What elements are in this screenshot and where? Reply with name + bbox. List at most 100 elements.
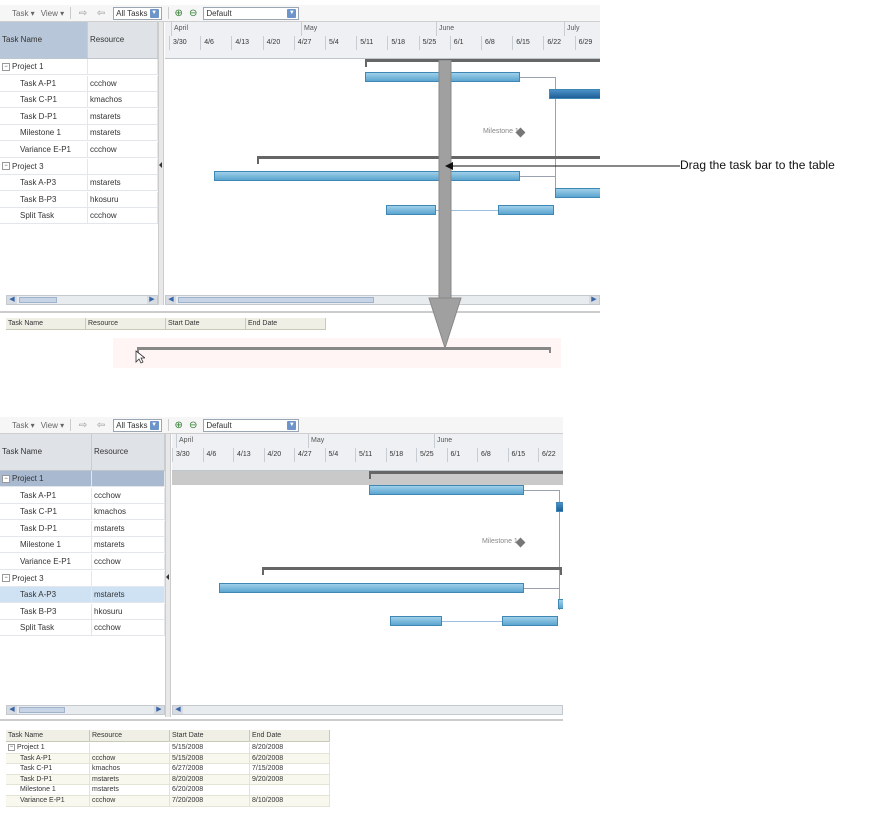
task-a-p1-bar[interactable] bbox=[369, 485, 524, 495]
task-name-column-header[interactable]: Task Name bbox=[0, 22, 88, 58]
filter-select[interactable]: All Tasks ▼ bbox=[113, 6, 162, 20]
start-date-column-header[interactable]: Start Date bbox=[170, 730, 250, 742]
scroll-left-icon[interactable]: ◀ bbox=[166, 296, 176, 304]
table-row[interactable]: − Project 1 bbox=[0, 59, 158, 75]
pane-splitter[interactable] bbox=[158, 22, 164, 305]
resource-cell: ccchow bbox=[88, 208, 158, 225]
zoom-out-icon[interactable]: ⊖ bbox=[189, 8, 197, 19]
resource-column-header[interactable]: Resource bbox=[88, 22, 158, 58]
view-menu[interactable]: View ▾ bbox=[41, 9, 64, 18]
table-row[interactable]: − Project 1 bbox=[0, 471, 165, 487]
table-row[interactable]: Task C-P1 kmachos bbox=[0, 92, 158, 109]
milestone-diamond-icon[interactable] bbox=[515, 127, 526, 138]
project-3-summary-bar[interactable] bbox=[262, 567, 562, 575]
collapse-arrow-icon[interactable] bbox=[166, 574, 169, 580]
table-row[interactable]: Task B-P3 hkosuru bbox=[0, 603, 165, 620]
table-row[interactable]: − Project 3 bbox=[0, 570, 165, 587]
table-row[interactable]: Variance E-P1 ccchow bbox=[0, 554, 165, 570]
indent-icon[interactable]: ⇨ bbox=[77, 8, 89, 19]
resource-column-header[interactable]: Resource bbox=[86, 318, 166, 330]
table-row[interactable]: Task A-P1 ccchow bbox=[0, 75, 158, 92]
resource-column-header[interactable]: Resource bbox=[90, 730, 170, 742]
chart-horizontal-scrollbar[interactable]: ◀ ▶ bbox=[165, 295, 600, 305]
collapse-icon[interactable]: − bbox=[2, 474, 10, 483]
outdent-icon[interactable]: ⇦ bbox=[95, 420, 107, 431]
table-row[interactable]: Task A-P1 ccchow 5/15/2008 6/20/2008 bbox=[6, 753, 330, 765]
zoom-in-icon[interactable]: ⊕ bbox=[175, 420, 183, 431]
collapse-icon[interactable]: − bbox=[2, 162, 10, 171]
table-row[interactable]: Task D-P1 mstarets bbox=[0, 520, 165, 537]
start-date-column-header[interactable]: Start Date bbox=[166, 318, 246, 330]
collapse-icon[interactable]: − bbox=[8, 743, 15, 751]
task-c-p1-bar[interactable] bbox=[556, 502, 563, 512]
task-a-p3-bar[interactable] bbox=[219, 583, 524, 593]
table-row[interactable]: Split Task ccchow bbox=[0, 620, 165, 637]
scale-select[interactable]: Default ▼ bbox=[203, 6, 300, 20]
table-row[interactable]: Task C-P1 kmachos 6/27/2008 7/15/2008 bbox=[6, 764, 330, 775]
table-row[interactable]: Variance E-P1 ccchow bbox=[0, 142, 158, 158]
table-row[interactable]: Task B-P3 hkosuru bbox=[0, 191, 158, 208]
table-row[interactable]: Task A-P1 ccchow bbox=[0, 487, 165, 504]
end-date-column-header[interactable]: End Date bbox=[246, 318, 326, 330]
scroll-right-icon[interactable]: ▶ bbox=[147, 296, 157, 304]
task-menu[interactable]: Task ▾ bbox=[12, 9, 35, 18]
resource-cell: ccchow bbox=[90, 753, 170, 764]
task-menu[interactable]: Task ▾ bbox=[12, 421, 35, 430]
scale-select[interactable]: Default ▼ bbox=[203, 418, 300, 432]
table-row[interactable]: Variance E-P1 ccchow 7/20/2008 8/10/2008 bbox=[6, 796, 330, 807]
scroll-right-icon[interactable]: ▶ bbox=[589, 296, 599, 304]
scroll-left-icon[interactable]: ◀ bbox=[7, 296, 17, 304]
scroll-left-icon[interactable]: ◀ bbox=[7, 706, 17, 714]
scroll-thumb[interactable] bbox=[19, 707, 65, 713]
table-row[interactable]: Split Task ccchow bbox=[0, 208, 158, 225]
scroll-thumb[interactable] bbox=[178, 297, 374, 303]
table-row[interactable]: Task D-P1 mstarets bbox=[0, 108, 158, 125]
table-row[interactable]: Milestone 1 mstarets 6/20/2008 bbox=[6, 785, 330, 796]
collapse-arrow-icon[interactable] bbox=[159, 162, 162, 168]
table-row[interactable]: − Project 3 bbox=[0, 158, 158, 175]
chevron-down-icon[interactable]: ▼ bbox=[287, 420, 297, 430]
outdent-icon[interactable]: ⇦ bbox=[95, 8, 107, 19]
split-task-bar-2[interactable] bbox=[498, 205, 554, 215]
chevron-down-icon[interactable]: ▼ bbox=[149, 420, 159, 430]
project-1-summary-bar[interactable] bbox=[369, 471, 563, 479]
chevron-down-icon[interactable]: ▼ bbox=[149, 8, 159, 18]
chevron-down-icon[interactable]: ▼ bbox=[287, 8, 297, 18]
split-task-bar-1[interactable] bbox=[390, 616, 442, 626]
table-row[interactable]: − Project 1 5/15/2008 8/20/2008 bbox=[6, 743, 330, 754]
collapse-icon[interactable]: − bbox=[2, 62, 10, 71]
scroll-thumb[interactable] bbox=[19, 297, 57, 303]
project-1-summary-bar[interactable] bbox=[365, 59, 600, 67]
indent-icon[interactable]: ⇨ bbox=[77, 420, 89, 431]
start-date-cell: 6/27/2008 bbox=[170, 764, 250, 775]
task-b-p3-bar[interactable] bbox=[555, 188, 600, 198]
milestone-diamond-icon[interactable] bbox=[515, 537, 526, 548]
table-horizontal-scrollbar[interactable]: ◀ ▶ bbox=[6, 295, 158, 305]
table-row[interactable]: Task A-P3 mstarets bbox=[0, 175, 158, 192]
task-c-p1-bar[interactable] bbox=[549, 89, 600, 99]
table-row[interactable]: Milestone 1 mstarets bbox=[0, 537, 165, 554]
view-menu[interactable]: View ▾ bbox=[41, 421, 64, 430]
task-name-cell: Variance E-P1 bbox=[0, 554, 92, 570]
zoom-in-icon[interactable]: ⊕ bbox=[175, 8, 183, 19]
split-task-bar-2[interactable] bbox=[502, 616, 558, 626]
task-a-p3-bar[interactable] bbox=[214, 171, 520, 181]
task-name-column-header[interactable]: Task Name bbox=[6, 318, 86, 330]
pane-splitter[interactable] bbox=[165, 434, 171, 717]
table-row[interactable]: Milestone 1 mstarets bbox=[0, 125, 158, 142]
filter-select[interactable]: All Tasks ▼ bbox=[113, 418, 162, 432]
scroll-left-icon[interactable]: ◀ bbox=[173, 706, 183, 714]
chart-horizontal-scrollbar[interactable]: ◀ bbox=[172, 705, 563, 715]
resource-column-header[interactable]: Resource bbox=[92, 434, 165, 470]
task-name-column-header[interactable]: Task Name bbox=[0, 434, 92, 470]
table-row[interactable]: Task C-P1 kmachos bbox=[0, 504, 165, 521]
table-row[interactable]: Task D-P1 mstarets 8/20/2008 9/20/2008 bbox=[6, 774, 330, 786]
end-date-column-header[interactable]: End Date bbox=[250, 730, 330, 742]
zoom-out-icon[interactable]: ⊖ bbox=[189, 420, 197, 431]
table-row[interactable]: Task A-P3 mstarets bbox=[0, 587, 165, 604]
scroll-right-icon[interactable]: ▶ bbox=[154, 706, 164, 714]
collapse-icon[interactable]: − bbox=[2, 574, 10, 583]
task-name-column-header[interactable]: Task Name bbox=[6, 730, 90, 742]
task-b-p3-bar[interactable] bbox=[558, 599, 563, 609]
table-horizontal-scrollbar[interactable]: ◀ ▶ bbox=[6, 705, 165, 715]
